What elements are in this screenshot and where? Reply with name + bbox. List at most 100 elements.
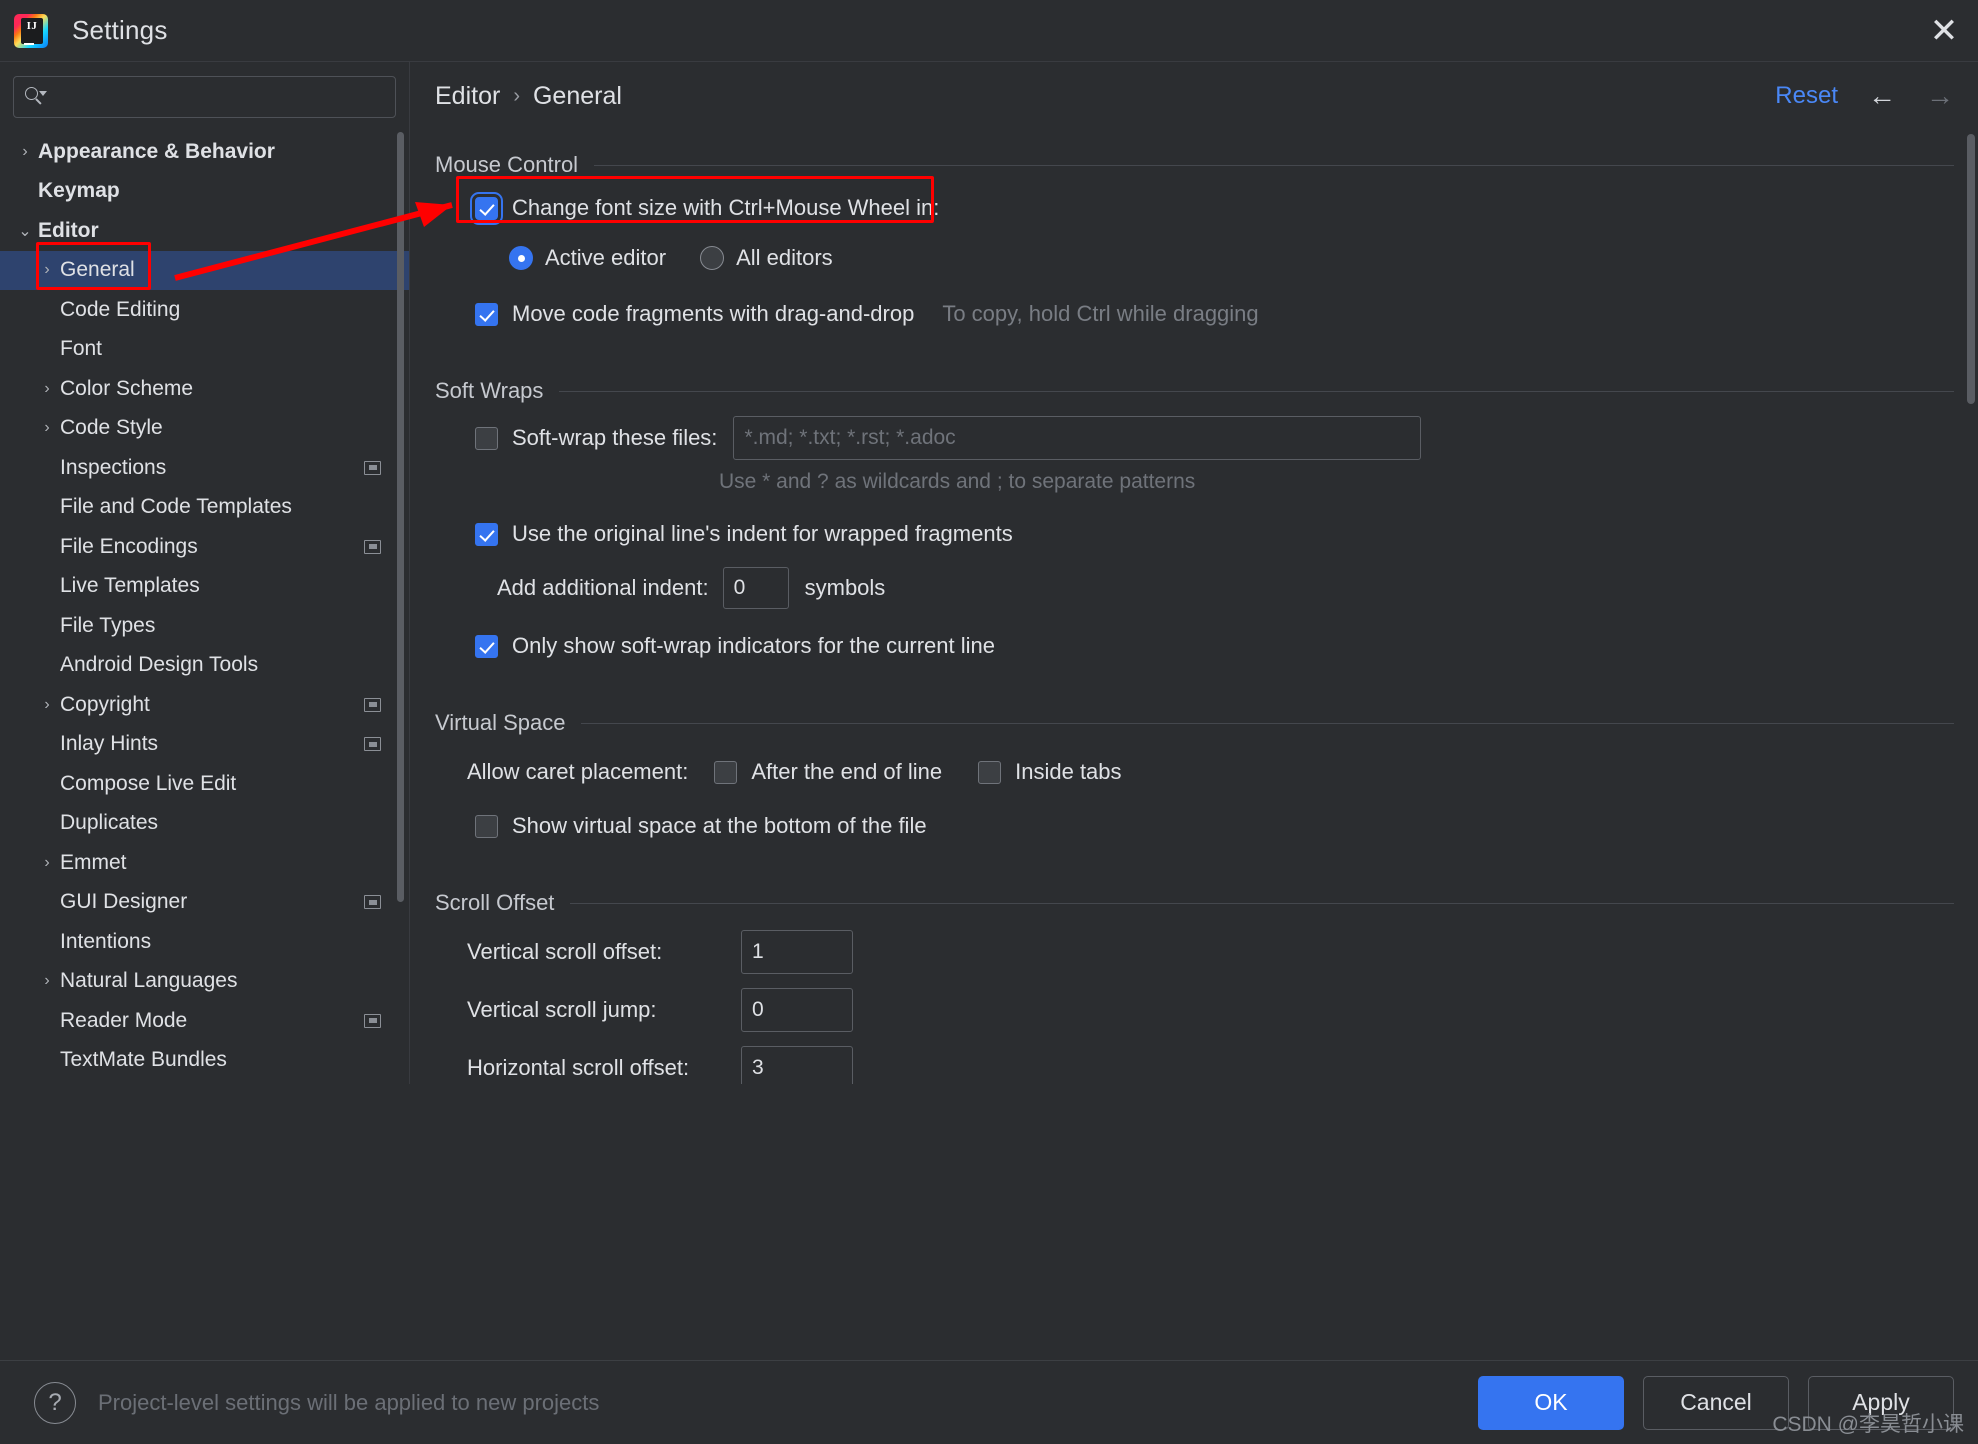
chevron-right-icon[interactable]: ›	[34, 261, 60, 279]
sidebar-item-label: TextMate Bundles	[60, 1048, 409, 1072]
reset-link[interactable]: Reset	[1775, 82, 1838, 110]
show-virtual-space-checkbox[interactable]	[475, 815, 498, 838]
sidebar-item-copyright[interactable]: ›Copyright	[0, 685, 409, 725]
sidebar-item-code-editing[interactable]: Code Editing	[0, 290, 409, 330]
vertical-scroll-jump-label: Vertical scroll jump:	[467, 997, 707, 1023]
all-editors-radio[interactable]	[700, 246, 724, 270]
sidebar-item-file-types[interactable]: File Types	[0, 606, 409, 646]
search-icon	[24, 86, 46, 108]
chevron-right-icon[interactable]: ›	[12, 143, 38, 161]
drag-and-drop-checkbox[interactable]	[475, 303, 498, 326]
section-scroll-offset-header: Scroll Offset	[435, 890, 1954, 916]
sidebar-item-color-scheme[interactable]: ›Color Scheme	[0, 369, 409, 409]
sidebar-item-intentions[interactable]: Intentions	[0, 922, 409, 962]
project-scope-icon	[364, 1014, 381, 1028]
sidebar-item-natural-languages[interactable]: ›Natural Languages	[0, 962, 409, 1002]
drag-and-drop-row: Move code fragments with drag-and-drop T…	[475, 292, 1954, 336]
sidebar-item-inlay-hints[interactable]: Inlay Hints	[0, 725, 409, 765]
breadcrumb-current: General	[533, 82, 622, 111]
sidebar-item-label: Live Templates	[60, 574, 409, 598]
chevron-right-icon[interactable]: ›	[34, 696, 60, 714]
sidebar-item-file-and-code-templates[interactable]: File and Code Templates	[0, 488, 409, 528]
search-input[interactable]	[52, 87, 385, 108]
chevron-right-icon[interactable]: ›	[34, 854, 60, 872]
sidebar-item-label: Copyright	[60, 693, 409, 717]
caret-placement-label: Allow caret placement:	[467, 759, 688, 785]
additional-indent-suffix: symbols	[805, 575, 886, 601]
sidebar-item-appearance-behavior[interactable]: ›Appearance & Behavior	[0, 132, 409, 172]
section-soft-wraps-header: Soft Wraps	[435, 378, 1954, 404]
sidebar-item-keymap[interactable]: Keymap	[0, 172, 409, 212]
section-rule	[570, 903, 1954, 904]
horizontal-scroll-offset-input[interactable]	[741, 1046, 853, 1084]
sidebar-item-label: Keymap	[38, 179, 409, 203]
project-scope-icon	[364, 540, 381, 554]
sidebar-scrollbar-thumb[interactable]	[397, 132, 404, 902]
soft-wrap-files-input[interactable]	[733, 416, 1421, 460]
settings-window: IJ Settings ✕ ›Appearance & BehaviorKeym…	[0, 0, 1978, 1444]
only-show-indicators-checkbox[interactable]	[475, 635, 498, 658]
inside-tabs-checkbox[interactable]	[978, 761, 1001, 784]
section-title: Virtual Space	[435, 710, 565, 736]
chevron-right-icon[interactable]: ›	[34, 972, 60, 990]
active-editor-radio[interactable]	[509, 246, 533, 270]
sidebar-item-live-templates[interactable]: Live Templates	[0, 567, 409, 607]
sidebar-item-font[interactable]: Font	[0, 330, 409, 370]
vertical-scroll-offset-row: Vertical scroll offset:	[467, 930, 1954, 974]
inside-tabs-label: Inside tabs	[1015, 759, 1121, 785]
sidebar-item-label: General	[60, 258, 409, 282]
breadcrumb-parent[interactable]: Editor	[435, 82, 500, 111]
help-icon[interactable]: ?	[34, 1382, 76, 1424]
change-font-size-checkbox[interactable]	[475, 197, 498, 220]
sidebar-item-inspections[interactable]: Inspections	[0, 448, 409, 488]
content-scrollbar-thumb[interactable]	[1967, 134, 1975, 404]
change-font-size-label: Change font size with Ctrl+Mouse Wheel i…	[512, 195, 939, 221]
sidebar-item-label: Appearance & Behavior	[38, 140, 409, 164]
sidebar-item-general[interactable]: ›General	[0, 251, 409, 291]
project-scope-icon	[364, 698, 381, 712]
chevron-right-icon[interactable]: ›	[34, 419, 60, 437]
horizontal-scroll-offset-row: Horizontal scroll offset:	[467, 1046, 1954, 1084]
soft-wrap-files-checkbox[interactable]	[475, 427, 498, 450]
section-virtual-space-header: Virtual Space	[435, 710, 1954, 736]
intellij-logo-icon: IJ	[12, 12, 50, 50]
sidebar-item-label: Inspections	[60, 456, 409, 480]
vertical-scroll-jump-input[interactable]	[741, 988, 853, 1032]
drag-and-drop-label: Move code fragments with drag-and-drop	[512, 301, 914, 327]
sidebar-item-android-design-tools[interactable]: Android Design Tools	[0, 646, 409, 686]
sidebar-item-reader-mode[interactable]: Reader Mode	[0, 1001, 409, 1041]
sidebar-item-label: Duplicates	[60, 811, 409, 835]
show-virtual-space-row: Show virtual space at the bottom of the …	[475, 804, 1954, 848]
original-indent-checkbox[interactable]	[475, 523, 498, 546]
only-show-indicators-label: Only show soft-wrap indicators for the c…	[512, 633, 995, 659]
sidebar-item-textmate-bundles[interactable]: TextMate Bundles	[0, 1041, 409, 1081]
sidebar-item-code-style[interactable]: ›Code Style	[0, 409, 409, 449]
soft-wrap-files-row: Soft-wrap these files:	[475, 416, 1954, 460]
sidebar-item-editor[interactable]: ⌄Editor	[0, 211, 409, 251]
section-mouse-control-header: Mouse Control	[435, 152, 1954, 178]
cancel-button[interactable]: Cancel	[1643, 1376, 1789, 1430]
caret-placement-row: Allow caret placement: After the end of …	[467, 750, 1954, 794]
additional-indent-input[interactable]	[723, 567, 789, 609]
ok-button[interactable]: OK	[1478, 1376, 1624, 1430]
chevron-right-icon[interactable]: ›	[34, 380, 60, 398]
back-arrow-icon[interactable]: ←	[1868, 80, 1896, 112]
sidebar-item-label: Compose Live Edit	[60, 772, 409, 796]
close-icon[interactable]: ✕	[1910, 0, 1978, 62]
search-box[interactable]	[13, 76, 396, 118]
panel-body: Mouse Control Change font size with Ctrl…	[411, 152, 1978, 1084]
vertical-scroll-offset-input[interactable]	[741, 930, 853, 974]
after-end-of-line-checkbox[interactable]	[714, 761, 737, 784]
sidebar-item-file-encodings[interactable]: File Encodings	[0, 527, 409, 567]
sidebar-item-emmet[interactable]: ›Emmet	[0, 843, 409, 883]
sidebar-item-label: Code Editing	[60, 298, 409, 322]
show-virtual-space-label: Show virtual space at the bottom of the …	[512, 813, 927, 839]
sidebar-item-duplicates[interactable]: Duplicates	[0, 804, 409, 844]
sidebar-item-compose-live-edit[interactable]: Compose Live Edit	[0, 764, 409, 804]
chevron-down-icon[interactable]: ⌄	[12, 221, 38, 241]
sidebar-item-gui-designer[interactable]: GUI Designer	[0, 883, 409, 923]
section-title: Scroll Offset	[435, 890, 554, 916]
forward-arrow-icon[interactable]: →	[1926, 80, 1954, 112]
sidebar-scrollbar-track[interactable]	[399, 70, 407, 1070]
after-end-of-line-label: After the end of line	[751, 759, 942, 785]
